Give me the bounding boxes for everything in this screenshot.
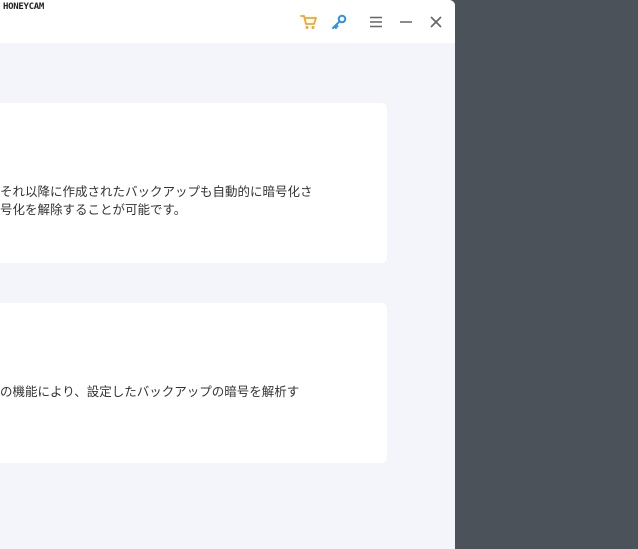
decryption-card: の機能により、設定したバックアップの暗号を解析す: [0, 303, 387, 463]
encryption-card: それ以降に作成されたバックアップも自動的に暗号化さ 号化を解除することが可能です…: [0, 103, 387, 263]
app-window: HONEYCAM それ以降に作成されたバックアップも自動的に暗号化さ 号化を解除…: [0, 0, 455, 549]
background-area: [455, 0, 638, 549]
encryption-description-line1: それ以降に作成されたバックアップも自動的に暗号化さ: [0, 184, 313, 199]
encryption-description-line2: 号化を解除することが可能です。: [0, 202, 187, 217]
title-bar: HONEYCAM: [0, 0, 455, 43]
decryption-description-line1: の機能により、設定したバックアップの暗号を解析す: [0, 384, 300, 399]
menu-button[interactable]: [366, 12, 386, 32]
close-icon: [430, 16, 442, 28]
menu-icon: [370, 16, 382, 28]
watermark-text: HONEYCAM: [3, 2, 44, 12]
key-icon: [332, 14, 347, 29]
cart-icon: [300, 15, 317, 29]
cart-button[interactable]: [299, 12, 319, 32]
close-button[interactable]: [426, 12, 446, 32]
minimize-icon: [400, 21, 412, 23]
register-key-button[interactable]: [329, 12, 349, 32]
minimize-button[interactable]: [396, 12, 416, 32]
